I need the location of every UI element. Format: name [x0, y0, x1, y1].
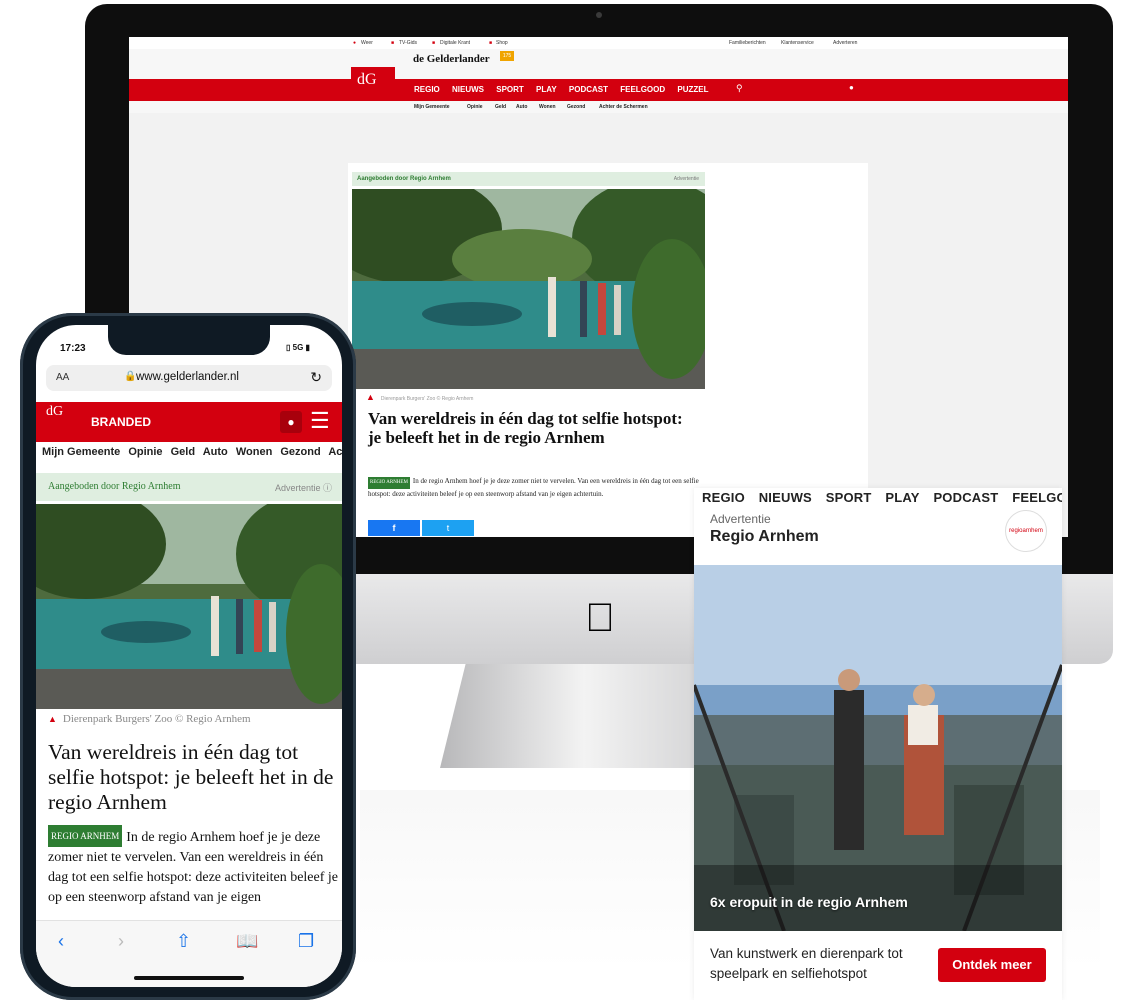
adcard-nav-play[interactable]: PLAY — [885, 490, 919, 505]
nav-puzzel[interactable]: PUZZEL — [677, 85, 708, 94]
phone-subnav-auto[interactable]: Auto — [203, 446, 228, 458]
adcard-nav-podcast[interactable]: PODCAST — [933, 490, 998, 505]
top-link-tv-gids[interactable]: TV-Gids — [399, 40, 417, 46]
phone-subnav-wonen[interactable]: Wonen — [236, 446, 272, 458]
nav-feelgood[interactable]: FEELGOOD — [620, 85, 665, 94]
adcard-nav: REGIO NIEUWS SPORT PLAY PODCAST FEELGOOD — [702, 490, 1062, 505]
user-icon[interactable]: ● — [849, 83, 858, 92]
phone-notch — [108, 325, 270, 355]
camera-icon — [596, 12, 602, 18]
nav-sport[interactable]: SPORT — [496, 85, 524, 94]
adcard-title: Regio Arnhem — [710, 528, 819, 545]
phone-photo-caption: ▲ Dierenpark Burgers' Zoo © Regio Arnhem — [48, 713, 251, 725]
subnav-gezond[interactable]: Gezond — [567, 104, 585, 110]
subnav-auto[interactable]: Auto — [516, 104, 527, 110]
subnav-geld[interactable]: Geld — [495, 104, 506, 110]
ad-marker[interactable]: Advertentie — [674, 176, 699, 182]
apple-logo-icon:  — [580, 596, 620, 640]
phone-logo[interactable]: dG — [46, 405, 63, 419]
adcard-photo-title: 6x eropuit in de regio Arnhem — [710, 894, 908, 910]
section-label: BRANDED — [91, 415, 151, 429]
address-bar[interactable]: AA 🔒 www.gelderlander.nl ↻ — [46, 365, 332, 391]
adcard-nav-sport[interactable]: SPORT — [826, 490, 872, 505]
sponsor-bar: Aangeboden door Regio Arnhem Advertentie — [352, 172, 705, 186]
nav-podcast[interactable]: PODCAST — [569, 85, 608, 94]
sponsor-label: Aangeboden door Regio Arnhem — [357, 176, 451, 182]
adcard-nav-feelgood[interactable]: FEELGOOD — [1012, 490, 1062, 505]
article-headline[interactable]: Van wereldreis in één dag tot selfie hot… — [368, 409, 698, 447]
article-card: Aangeboden door Regio Arnhem Advertentie… — [348, 163, 868, 537]
top-link-weer[interactable]: Weer — [361, 40, 373, 46]
phone-ad-marker[interactable]: Advertentie ⓘ — [275, 481, 332, 494]
battery-icon: ▮ — [303, 343, 310, 352]
lock-icon: 🔒 — [124, 371, 137, 382]
phone-subnav: Mijn Gemeente Opinie Geld Auto Wonen Gez… — [42, 446, 342, 458]
phone-subnav-opinie[interactable]: Opinie — [128, 446, 162, 458]
phone-subnav-mijn-gemeente[interactable]: Mijn Gemeente — [42, 446, 120, 458]
phone-subnav-geld[interactable]: Geld — [171, 446, 195, 458]
ontdek-meer-button[interactable]: Ontdek meer — [938, 948, 1046, 982]
phone-region-tag[interactable]: REGIO ARNHEM — [48, 825, 123, 847]
back-icon[interactable]: ‹ — [58, 931, 64, 952]
adcard-nav-regio[interactable]: REGIO — [702, 490, 745, 505]
region-tag[interactable]: REGIO ARNHEM — [368, 477, 410, 489]
phone-subnav-achter[interactable]: Achter — [328, 446, 342, 458]
article-photo — [352, 189, 705, 389]
phone-intro: REGIO ARNHEM In de regio Arnhem hoef je j… — [48, 825, 338, 908]
top-link-klantenservice[interactable]: Klantenservice — [781, 40, 814, 46]
nav-nieuws[interactable]: NIEUWS — [452, 85, 484, 94]
photo-caption: ▲ Dierenpark Burgers' Zoo © Regio Arnhem — [366, 392, 474, 402]
adcard-nav-nieuws[interactable]: NIEUWS — [759, 490, 812, 505]
signal-icon: ▯ — [286, 343, 293, 352]
share-icon[interactable]: ⇧ — [176, 931, 191, 952]
status-time: 17:23 — [60, 343, 86, 354]
main-nav: REGIO NIEUWS SPORT PLAY PODCAST FEELGOOD… — [414, 85, 716, 94]
top-link-adverteren[interactable]: Adverteren — [833, 40, 857, 46]
article-intro: REGIO ARNHEM In de regio Arnhem hoef je j… — [368, 476, 701, 499]
desktop-top-links: ● Weer ■ TV-Gids ■ Digitale Krant ■ Shop… — [129, 37, 1068, 49]
adcard-description: Van kunstwerk en dierenpark tot speelpar… — [710, 946, 903, 981]
url-text[interactable]: www.gelderlander.nl — [136, 371, 239, 383]
anniversary-badge: 175 — [500, 51, 514, 61]
search-icon[interactable]: ⚲ — [736, 83, 743, 94]
text-size-button[interactable]: AA — [56, 372, 69, 383]
bookmarks-icon[interactable]: 📖 — [236, 931, 258, 952]
subnav-mijn-gemeente[interactable]: Mijn Gemeente — [414, 104, 450, 110]
regio-arnhem-logo: regioarnhem — [1005, 510, 1047, 552]
home-indicator[interactable] — [134, 976, 244, 980]
subnav-achter-de-schermen[interactable]: Achter de Schermen — [599, 104, 648, 110]
account-icon[interactable]: ● — [280, 411, 302, 433]
intro-text: In de regio Arnhem hoef je je deze zomer… — [368, 477, 699, 498]
nav-play[interactable]: PLAY — [536, 85, 557, 94]
brand-name: de Gelderlander — [413, 53, 490, 65]
subnav-opinie[interactable]: Opinie — [467, 104, 483, 110]
tabs-icon[interactable]: ❐ — [298, 931, 314, 952]
adcard-kicker: Advertentie — [710, 512, 771, 526]
forward-icon[interactable]: › — [118, 931, 124, 952]
top-link-digitale-krant[interactable]: Digitale Krant — [440, 40, 470, 46]
masthead — [129, 49, 1068, 79]
phone-sponsor-label: Aangeboden door Regio Arnhem — [48, 481, 181, 492]
phone-headline[interactable]: Van wereldreis in één dag tot selfie hot… — [48, 740, 338, 815]
hamburger-menu-icon[interactable]: ☰ — [310, 409, 330, 433]
phone-screen: 17:23 ▯ 5G ▮ AA 🔒 www.gelderlander.nl ↻ … — [36, 325, 342, 987]
reload-icon[interactable]: ↻ — [310, 369, 322, 386]
sub-nav: Mijn Gemeente Opinie Geld Auto Wonen Gez… — [129, 101, 1068, 113]
phone-subnav-gezond[interactable]: Gezond — [280, 446, 320, 458]
adcard-photo[interactable] — [694, 565, 1062, 931]
twitter-share-button[interactable]: t — [422, 520, 474, 536]
top-link-familieberichten[interactable]: Familieberichten — [729, 40, 766, 46]
top-link-shop[interactable]: Shop — [496, 40, 508, 46]
subnav-wonen[interactable]: Wonen — [539, 104, 556, 110]
phone-sponsor-bar: Aangeboden door Regio Arnhem Advertentie… — [36, 473, 342, 501]
phone-article-photo — [36, 504, 342, 709]
share-buttons: f t — [368, 520, 478, 536]
info-icon: ⓘ — [322, 483, 332, 493]
status-signal: ▯ 5G ▮ — [286, 343, 310, 352]
nav-regio[interactable]: REGIO — [414, 85, 440, 94]
facebook-share-button[interactable]: f — [368, 520, 420, 536]
sponsored-ad-card: REGIO NIEUWS SPORT PLAY PODCAST FEELGOOD… — [694, 488, 1062, 1000]
